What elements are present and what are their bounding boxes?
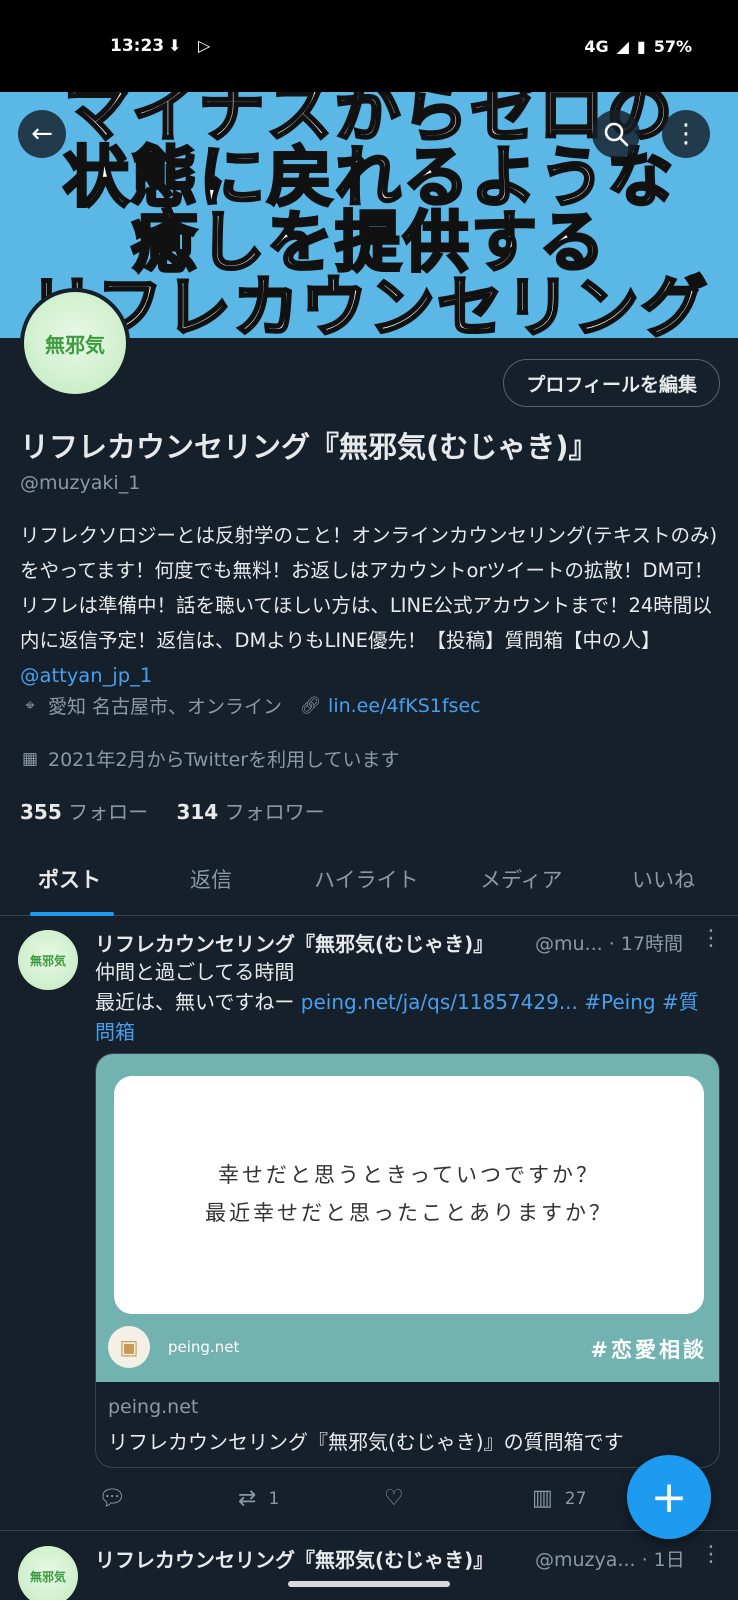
retweet-button[interactable]: ⇄ 1 <box>238 1486 279 1511</box>
post-divider <box>0 1530 738 1531</box>
card-question-line: 最近幸せだと思ったことありますか？ <box>205 1201 613 1225</box>
network-label: 4G <box>584 37 609 56</box>
tab-likes[interactable]: いいね <box>632 864 695 894</box>
card-image: 幸せだと思うときっていつですか？ 最近幸せだと思ったことありますか？ ▣ pei… <box>96 1054 719 1382</box>
peing-box-icon: ▣ <box>108 1326 150 1368</box>
link-card[interactable]: 幸せだと思うときっていつですか？ 最近幸せだと思ったことありますか？ ▣ pei… <box>95 1053 720 1468</box>
heart-icon: ♡ <box>384 1486 404 1511</box>
active-tab-indicator <box>30 912 114 916</box>
more-button[interactable]: ⋮ <box>662 110 710 158</box>
post-avatar[interactable]: 無邪気 <box>18 930 78 990</box>
post-avatar-logo: 無邪気 <box>18 1546 78 1600</box>
post-handle-time: @muzya... · 1日 <box>535 1549 685 1571</box>
post-author-name[interactable]: リフレカウンセリング『無邪気(むじゃき)』 <box>95 1544 493 1573</box>
bar-chart-icon: ▥ <box>532 1486 553 1511</box>
followers-label: フォロワー <box>224 800 325 824</box>
play-store-icon: ▷ <box>198 36 211 55</box>
followers-link[interactable]: 314 フォロワー <box>176 800 324 824</box>
banner-line: 癒しを提供する <box>130 204 607 281</box>
post-more-icon[interactable]: ⋮ <box>700 926 722 951</box>
views-button[interactable]: ▥ 27 <box>532 1486 586 1511</box>
hashtag-peing[interactable]: #Peing <box>578 990 655 1014</box>
tab-replies[interactable]: 返信 <box>190 864 232 894</box>
tab-media[interactable]: メディア <box>480 864 563 894</box>
more-vertical-icon: ⋮ <box>673 119 699 149</box>
post-author-name[interactable]: リフレカウンセリング『無邪気(むじゃき)』 <box>95 928 493 957</box>
post-line: 最近は、無いですねー peing.net/ja/qs/11857429... #… <box>95 987 715 1047</box>
battery-label: 57% <box>653 37 692 56</box>
post-avatar-logo: 無邪気 <box>18 930 78 990</box>
card-title: リフレカウンセリング『無邪気(むじゃき)』の質問箱です <box>108 1430 624 1454</box>
card-image-site: peing.net <box>168 1338 240 1356</box>
bio-mention-link[interactable]: @attyan_jp_1 <box>20 664 152 687</box>
post-link[interactable]: peing.net/ja/qs/11857429... <box>301 990 578 1014</box>
arrow-left-icon: ← <box>31 119 53 149</box>
profile-name: リフレカウンセリング『無邪気(むじゃき)』 <box>20 430 598 464</box>
following-count: 355 <box>20 800 62 824</box>
retweet-icon: ⇄ <box>238 1486 257 1511</box>
post-avatar[interactable]: 無邪気 <box>18 1546 78 1600</box>
status-bar: 13:23 ⬇ ▷ 4G ◢ ▮ 57% <box>0 0 738 92</box>
post-text: 仲間と過ごしてる時間 最近は、無いですねー peing.net/ja/qs/11… <box>95 957 715 1047</box>
profile-tabs: ポスト 返信 ハイライト メディア いいね <box>0 840 738 916</box>
compose-post-button[interactable]: + <box>627 1455 711 1539</box>
back-button[interactable]: ← <box>18 110 66 158</box>
post-handle-time: @mu... · 17時間 <box>535 933 683 955</box>
following-label: フォロー <box>68 800 149 824</box>
profile-joined: 2021年2月からTwitterを利用しています <box>48 749 400 771</box>
bio-text: リフレクソロジーとは反射学のこと！オンラインカウンセリング(テキストのみ)をやっ… <box>20 524 718 652</box>
tab-highlights[interactable]: ハイライト <box>314 864 419 894</box>
calendar-icon: ▦ <box>21 748 39 769</box>
download-icon: ⬇ <box>168 36 182 55</box>
battery-icon: ▮ <box>636 37 646 56</box>
card-question: 幸せだと思うときっていつですか？ 最近幸せだと思ったことありますか？ <box>114 1076 704 1314</box>
card-question-line: 幸せだと思うときっていつですか？ <box>217 1163 601 1187</box>
location-icon: ⌖ <box>25 695 35 716</box>
status-time: 13:23 <box>110 36 165 56</box>
profile-location: 愛知 名古屋市、オンライン <box>48 696 283 718</box>
post-line: 仲間と過ごしてる時間 <box>95 960 295 984</box>
retweet-count: 1 <box>268 1488 280 1509</box>
search-icon <box>604 122 629 147</box>
card-domain: peing.net <box>108 1396 199 1418</box>
signal-icon: ◢ <box>616 37 629 56</box>
status-right: 4G ◢ ▮ 57% <box>584 37 692 56</box>
card-image-tag: #恋愛相談 <box>590 1338 707 1362</box>
gesture-home-bar[interactable] <box>288 1581 450 1587</box>
tab-posts[interactable]: ポスト <box>38 864 101 894</box>
edit-profile-button[interactable]: プロフィールを編集 <box>503 359 720 407</box>
post-line-text: 最近は、無いですねー <box>95 990 301 1014</box>
profile-bio: リフレクソロジーとは反射学のこと！オンラインカウンセリング(テキストのみ)をやっ… <box>20 518 720 693</box>
profile-meta-row: ⌖ 愛知 名古屋市、オンライン 🔗︎ lin.ee/4fKS1fsec <box>20 692 481 719</box>
profile-avatar[interactable]: 無邪気 <box>20 288 130 398</box>
following-link[interactable]: 355 フォロー <box>20 800 148 824</box>
post-more-icon[interactable]: ⋮ <box>700 1542 722 1567</box>
profile-website-link[interactable]: lin.ee/4fKS1fsec <box>328 695 481 717</box>
like-button[interactable]: ♡ <box>384 1486 404 1511</box>
profile-handle: @muzyaki_1 <box>20 472 141 494</box>
follow-stats: 355 フォロー 314 フォロワー <box>20 796 325 825</box>
plus-icon: + <box>650 1471 688 1523</box>
reply-icon: 💬︎ <box>98 1486 126 1511</box>
link-icon: 🔗︎ <box>300 695 322 716</box>
avatar-logo: 無邪気 <box>24 292 126 394</box>
search-button[interactable] <box>592 110 640 158</box>
followers-count: 314 <box>176 800 219 824</box>
views-count: 27 <box>564 1488 587 1509</box>
profile-joined-row: ▦ 2021年2月からTwitterを利用しています <box>20 745 400 772</box>
reply-button[interactable]: 💬︎ <box>98 1486 126 1511</box>
